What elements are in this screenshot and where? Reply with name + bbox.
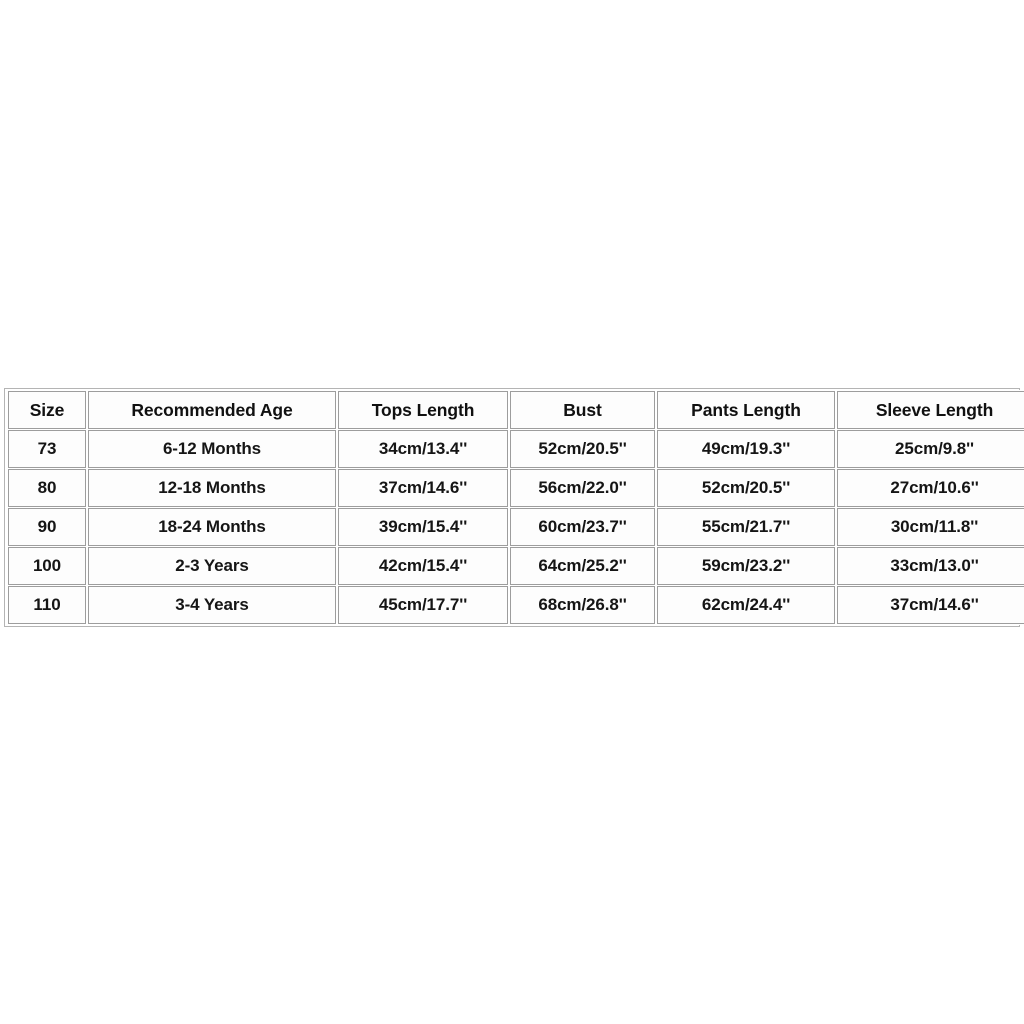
size-chart-table: Size Recommended Age Tops Length Bust Pa…	[6, 390, 1024, 625]
cell-size: 73	[8, 430, 86, 468]
cell-pants-length: 59cm/23.2''	[657, 547, 835, 585]
cell-size: 80	[8, 469, 86, 507]
cell-recommended-age: 18-24 Months	[88, 508, 336, 546]
cell-recommended-age: 12-18 Months	[88, 469, 336, 507]
table-row: 73 6-12 Months 34cm/13.4'' 52cm/20.5'' 4…	[8, 430, 1024, 468]
column-header-bust: Bust	[510, 391, 655, 429]
table-header-row: Size Recommended Age Tops Length Bust Pa…	[8, 391, 1024, 429]
cell-sleeve-length: 25cm/9.8''	[837, 430, 1024, 468]
cell-pants-length: 55cm/21.7''	[657, 508, 835, 546]
page-root: Size Recommended Age Tops Length Bust Pa…	[0, 0, 1024, 1024]
cell-bust: 64cm/25.2''	[510, 547, 655, 585]
cell-bust: 52cm/20.5''	[510, 430, 655, 468]
cell-sleeve-length: 37cm/14.6''	[837, 586, 1024, 624]
cell-size: 90	[8, 508, 86, 546]
column-header-pants-length: Pants Length	[657, 391, 835, 429]
cell-size: 110	[8, 586, 86, 624]
cell-sleeve-length: 33cm/13.0''	[837, 547, 1024, 585]
cell-tops-length: 34cm/13.4''	[338, 430, 508, 468]
cell-bust: 60cm/23.7''	[510, 508, 655, 546]
cell-size: 100	[8, 547, 86, 585]
table-row: 100 2-3 Years 42cm/15.4'' 64cm/25.2'' 59…	[8, 547, 1024, 585]
table-row: 80 12-18 Months 37cm/14.6'' 56cm/22.0'' …	[8, 469, 1024, 507]
column-header-tops-length: Tops Length	[338, 391, 508, 429]
cell-pants-length: 49cm/19.3''	[657, 430, 835, 468]
cell-recommended-age: 6-12 Months	[88, 430, 336, 468]
column-header-sleeve-length: Sleeve Length	[837, 391, 1024, 429]
cell-tops-length: 45cm/17.7''	[338, 586, 508, 624]
cell-bust: 56cm/22.0''	[510, 469, 655, 507]
column-header-size: Size	[8, 391, 86, 429]
table-row: 90 18-24 Months 39cm/15.4'' 60cm/23.7'' …	[8, 508, 1024, 546]
cell-tops-length: 37cm/14.6''	[338, 469, 508, 507]
cell-tops-length: 39cm/15.4''	[338, 508, 508, 546]
cell-sleeve-length: 27cm/10.6''	[837, 469, 1024, 507]
cell-tops-length: 42cm/15.4''	[338, 547, 508, 585]
cell-recommended-age: 2-3 Years	[88, 547, 336, 585]
cell-pants-length: 52cm/20.5''	[657, 469, 835, 507]
cell-bust: 68cm/26.8''	[510, 586, 655, 624]
size-chart-container: Size Recommended Age Tops Length Bust Pa…	[4, 388, 1024, 627]
table-row: 110 3-4 Years 45cm/17.7'' 68cm/26.8'' 62…	[8, 586, 1024, 624]
cell-pants-length: 62cm/24.4''	[657, 586, 835, 624]
cell-sleeve-length: 30cm/11.8''	[837, 508, 1024, 546]
cell-recommended-age: 3-4 Years	[88, 586, 336, 624]
column-header-recommended-age: Recommended Age	[88, 391, 336, 429]
